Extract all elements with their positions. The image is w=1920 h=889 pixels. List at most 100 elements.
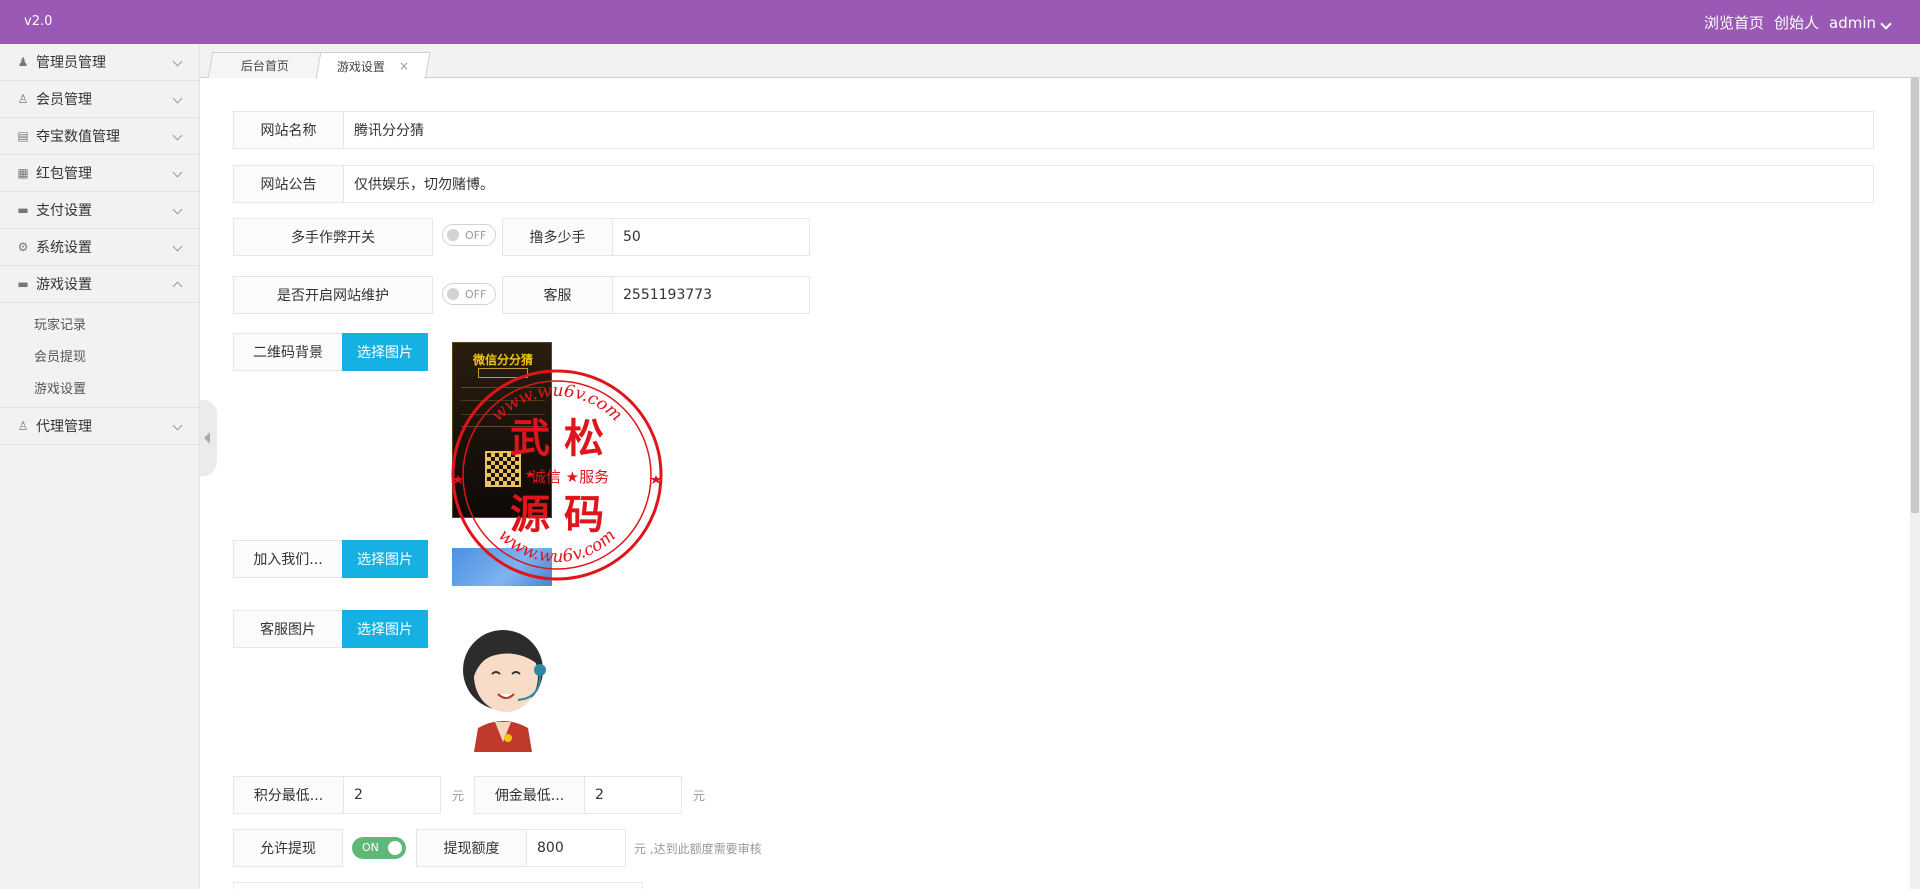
qr-background-image: 微信分分猜 [452,342,552,518]
switch-state: OFF [465,288,487,301]
sidebar-item-label: 红包管理 [36,166,92,182]
withdraw-amount-input[interactable]: 800 [527,830,625,866]
qr-code-icon [485,451,521,487]
poster-banner [478,368,528,378]
multi-cheat-label: 多手作弊开关 [234,219,432,255]
allow-withdraw-label: 允许提现 [234,830,342,866]
top-bar: v2.0 浏览首页 创始人 admin [0,0,1920,44]
site-name-label: 网站名称 [234,112,344,148]
close-icon[interactable]: × [399,59,409,73]
sidebar-item-admin[interactable]: ♟ 管理员管理 [0,44,199,81]
min-commission-input[interactable]: 2 [585,777,681,813]
sidebar-item-game[interactable]: ▬ 游戏设置 [0,266,199,303]
chevron-down-icon [172,167,183,178]
switch-knob [447,229,459,241]
chevron-down-icon [172,204,183,215]
maintenance-switch[interactable]: OFF [442,283,496,305]
sidebar-item-label: 系统设置 [36,240,92,256]
tab-home[interactable]: 后台首页 [207,52,323,78]
join-us-field: 加入我们... [233,540,343,578]
sidebar-item-label: 游戏设置 [36,277,92,293]
qr-bg-label: 二维码背景 [234,334,342,370]
service-image-field: 客服图片 [233,610,343,648]
card-icon: ▬ [17,277,29,291]
multi-cheat-switch[interactable]: OFF [442,224,496,246]
sidebar-item-agent[interactable]: ♙ 代理管理 [0,408,199,445]
sidebar-item-system[interactable]: ⚙ 系统设置 [0,229,199,266]
sidebar: ♟ 管理员管理 ♙ 会员管理 ▤ 夺宝数值管理 ▦ 红包管理 ▬ 支付设置 ⚙ … [0,44,200,889]
sidebar-item-label: 会员管理 [36,92,92,108]
min-points-input[interactable]: 2 [344,777,440,813]
user-name: admin [1829,13,1876,32]
min-points-label: 积分最低... [234,777,344,813]
site-notice-input[interactable]: 仅供娱乐，切勿赌博。 [344,166,1873,202]
maintenance-field: 是否开启网站维护 [233,276,433,314]
card-icon: ▬ [17,203,29,217]
how-many-input[interactable]: 50 [613,219,809,255]
chevron-down-icon [172,93,183,104]
browse-home-link[interactable]: 浏览首页 [1704,12,1764,33]
sidebar-item-treasure[interactable]: ▤ 夺宝数值管理 [0,118,199,155]
chevron-down-icon [172,420,183,431]
sidebar-item-label: 支付设置 [36,203,92,219]
customer-service-avatar [463,630,546,752]
withdraw-amount-hint: 元 ,达到此额度需要审核 [634,842,762,856]
book-icon: ▦ [17,166,29,180]
caret-left-icon [204,432,210,444]
switch-knob [447,288,459,300]
tab-label: 后台首页 [240,59,289,73]
site-name-field: 网站名称 腾讯分分猜 [233,111,1874,149]
user-icon: ♟ [17,55,29,69]
chevron-down-icon [172,56,183,67]
scrollbar-thumb[interactable] [1911,78,1919,513]
allow-withdraw-switch[interactable]: ON [352,837,406,859]
service-image-label: 客服图片 [234,611,342,647]
gear-icon: ⚙ [17,240,29,254]
join-us-label: 加入我们... [234,541,342,577]
service-input[interactable]: 2551193773 [613,277,809,313]
site-name-input[interactable]: 腾讯分分猜 [344,112,1873,148]
top-right-menu: 浏览首页 创始人 admin [1704,12,1892,33]
min-commission-label: 佣金最低... [475,777,585,813]
how-many-label: 撸多少手 [503,219,613,255]
next-field-partial [233,882,643,889]
chevron-down-icon [172,130,183,141]
switch-state: ON [362,841,379,854]
service-image-choose-button[interactable]: 选择图片 [342,610,428,648]
poster-title: 微信分分猜 [472,353,533,367]
sidebar-item-payment[interactable]: ▬ 支付设置 [0,192,199,229]
stamp-star-right [650,475,662,484]
min-points-field: 积分最低... 2 [233,776,441,814]
sidebar-subitem-player-records[interactable]: 玩家记录 [0,307,199,339]
min-commission-unit: 元 [693,789,706,803]
sidebar-submenu-game: 玩家记录 会员提现 游戏设置 [0,303,199,408]
tab-game-settings[interactable]: 游戏设置 × [315,52,431,79]
sidebar-item-redpacket[interactable]: ▦ 红包管理 [0,155,199,192]
site-notice-field: 网站公告 仅供娱乐，切勿赌博。 [233,165,1874,203]
sidebar-subitem-game-settings[interactable]: 游戏设置 [0,371,199,403]
switch-knob [388,841,402,855]
maintenance-label: 是否开启网站维护 [234,277,432,313]
withdraw-amount-label: 提现额度 [417,830,527,866]
tab-bar: 后台首页 游戏设置 × [200,44,1920,79]
site-notice-label: 网站公告 [234,166,344,202]
list-icon: ▤ [17,129,29,143]
user-menu[interactable]: admin [1829,13,1892,32]
qr-bg-choose-button[interactable]: 选择图片 [342,333,428,371]
sidebar-collapse-handle[interactable] [200,400,217,476]
chevron-down-icon [172,241,183,252]
user-outline-icon: ♙ [17,92,29,106]
sidebar-item-members[interactable]: ♙ 会员管理 [0,81,199,118]
user-outline-icon: ♙ [17,419,29,433]
sidebar-item-label: 管理员管理 [36,55,106,71]
service-label: 客服 [503,277,613,313]
multi-cheat-field: 多手作弊开关 [233,218,433,256]
how-many-field: 撸多少手 50 [502,218,810,256]
join-us-choose-button[interactable]: 选择图片 [342,540,428,578]
sidebar-subitem-member-withdraw[interactable]: 会员提现 [0,339,199,371]
withdraw-amount-field: 提现额度 800 [416,829,626,867]
sidebar-item-label: 夺宝数值管理 [36,129,120,145]
chevron-up-icon [172,281,183,292]
page-scrollbar[interactable] [1910,78,1920,889]
service-field: 客服 2551193773 [502,276,810,314]
